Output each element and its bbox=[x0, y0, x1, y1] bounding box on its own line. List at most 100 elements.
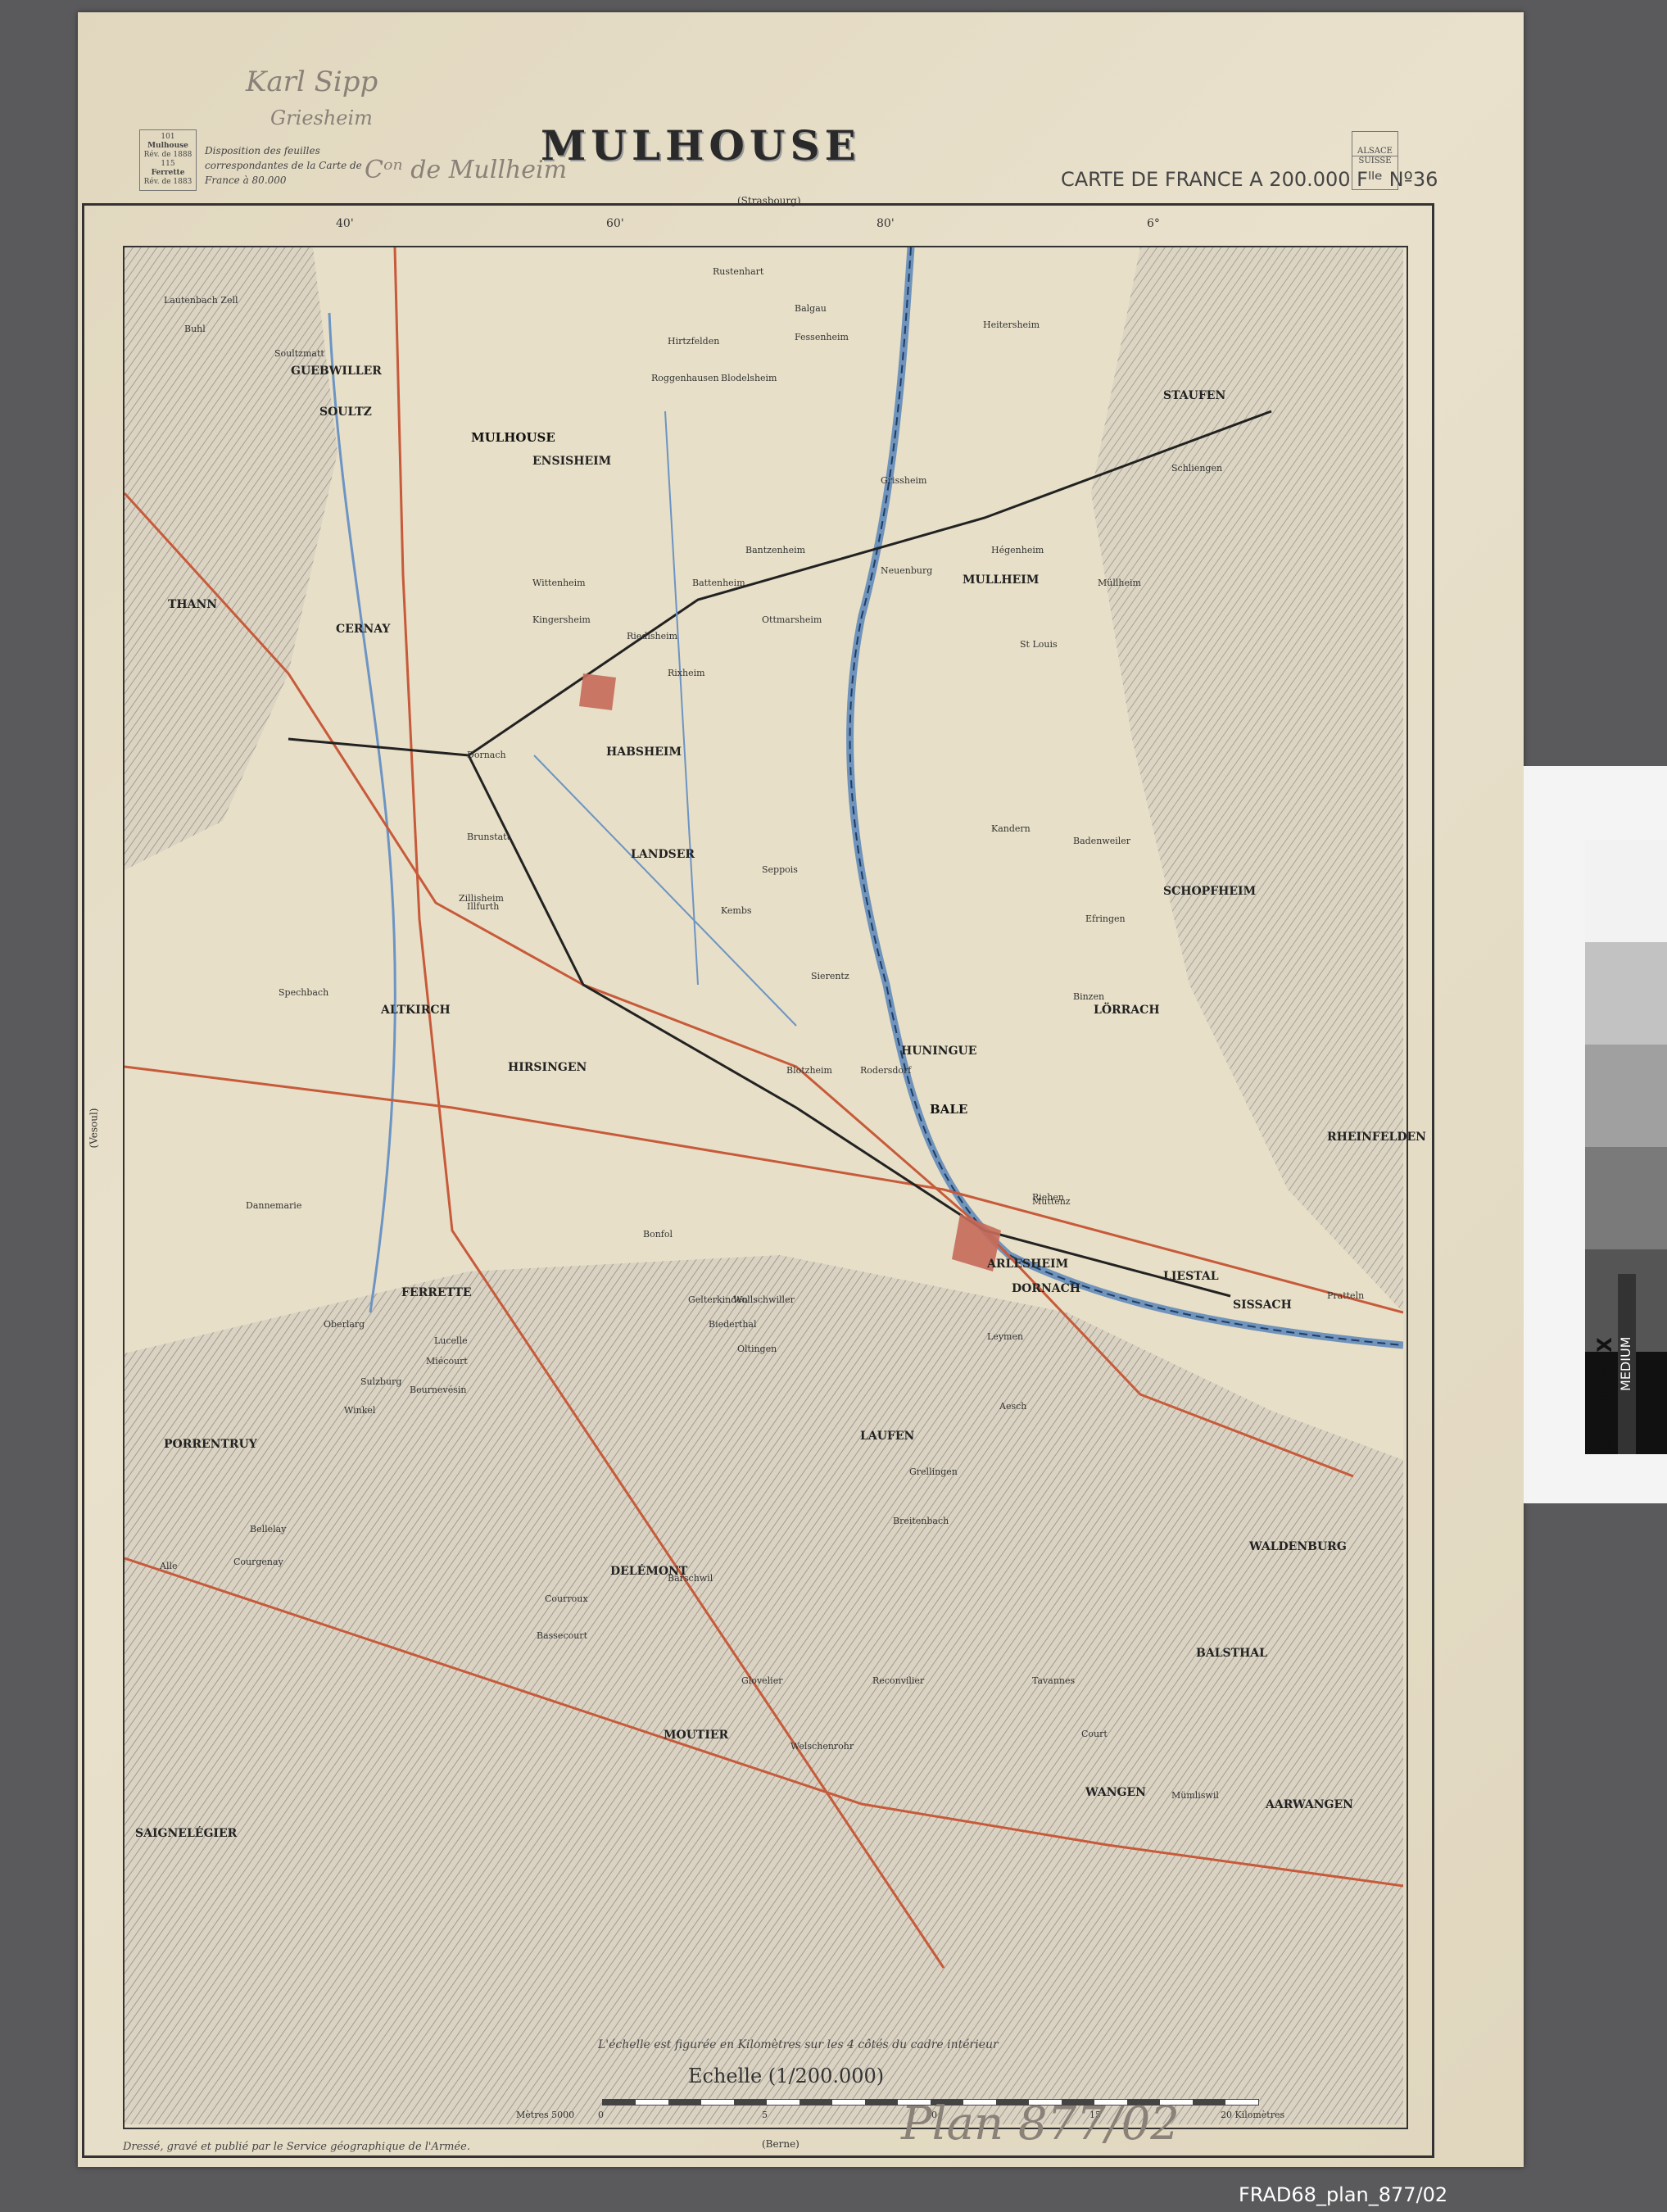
handwritten-owner: Karl Sipp bbox=[246, 66, 378, 98]
region-label: ALSACE bbox=[1352, 147, 1397, 156]
place-label: Courroux bbox=[545, 1593, 588, 1604]
place-label: Reconvilier bbox=[872, 1675, 925, 1686]
place-label: Müllheim bbox=[1098, 578, 1141, 588]
place-label: Court bbox=[1081, 1729, 1108, 1739]
color-patch bbox=[1585, 840, 1667, 942]
place-label: Hirtzfelden bbox=[668, 336, 720, 347]
place-label: St Louis bbox=[1020, 639, 1058, 650]
place-label: MOUTIER bbox=[664, 1729, 729, 1742]
place-label: SOULTZ bbox=[319, 406, 372, 419]
place-label: Kandern bbox=[991, 823, 1031, 834]
place-label: Riedisheim bbox=[627, 631, 678, 641]
place-label: ALTKIRCH bbox=[381, 1004, 451, 1017]
color-calibration-ruler: COLORMIX MEDIUM bbox=[1524, 766, 1667, 1503]
ruler-brand-medium: MEDIUM bbox=[1618, 1274, 1636, 1454]
place-label: BALE bbox=[930, 1102, 968, 1117]
map-body bbox=[125, 247, 1403, 2124]
place-label: Pratteln bbox=[1327, 1290, 1365, 1301]
top-tick: 40' bbox=[336, 217, 354, 230]
color-patch bbox=[1585, 1045, 1667, 1147]
place-label: Oltingen bbox=[737, 1344, 777, 1354]
place-label: Rixheim bbox=[668, 668, 705, 678]
top-tick: 60' bbox=[606, 217, 624, 230]
scale-bar-tick: 0 bbox=[598, 2110, 604, 2120]
place-label: ENSISHEIM bbox=[532, 455, 612, 468]
legend-line: Rév. de 1883 bbox=[143, 178, 193, 186]
place-label: Sierentz bbox=[811, 971, 849, 981]
top-tick: 6° bbox=[1147, 217, 1160, 230]
place-label: Dornach bbox=[467, 750, 506, 760]
place-label: PORRENTRUY bbox=[164, 1438, 257, 1451]
place-label: Binzen bbox=[1073, 991, 1105, 1002]
place-label: SAIGNELÉGIER bbox=[135, 1827, 238, 1840]
legend-line: 115 bbox=[161, 160, 175, 168]
place-label: Blodelsheim bbox=[721, 373, 777, 383]
place-label: MULLHEIM bbox=[963, 573, 1040, 587]
place-label: ARLESHEIM bbox=[987, 1258, 1069, 1271]
place-label: HABSHEIM bbox=[606, 746, 682, 759]
scale-bar-start-label: Mètres 5000 bbox=[516, 2110, 575, 2120]
document-identifier: FRAD68_plan_877/02 bbox=[1239, 2183, 1448, 2206]
map-title: MULHOUSE bbox=[541, 121, 861, 170]
jura-relief bbox=[125, 1255, 1403, 2124]
ruler-brand: COLORMIX bbox=[1593, 1337, 1616, 1454]
scale-title: Echelle (1/200.000) bbox=[688, 2065, 885, 2087]
place-label: Spechbach bbox=[279, 987, 329, 998]
place-label: Wittenheim bbox=[532, 578, 586, 588]
place-label: Ottmarsheim bbox=[762, 614, 822, 625]
place-label: DORNACH bbox=[1012, 1282, 1080, 1295]
place-label: Grissheim bbox=[881, 475, 927, 486]
place-label: THANN bbox=[168, 598, 218, 611]
place-label: Lautenbach Zell bbox=[164, 295, 238, 306]
place-label: Bantzenheim bbox=[745, 545, 806, 555]
place-label: RHEINFELDEN bbox=[1327, 1131, 1426, 1144]
place-label: Glovelier bbox=[741, 1675, 783, 1686]
place-label: Sulzburg bbox=[360, 1376, 402, 1387]
place-label: Efringen bbox=[1085, 913, 1126, 924]
place-label: Wollschwiller bbox=[733, 1294, 795, 1305]
place-label: Miécourt bbox=[426, 1356, 468, 1367]
legend-line: Ferrette bbox=[151, 169, 185, 177]
place-label: Alle bbox=[160, 1561, 178, 1571]
place-label: Bonfol bbox=[643, 1229, 673, 1240]
place-label: Courgenay bbox=[233, 1557, 283, 1567]
place-label: Hégenheim bbox=[991, 545, 1044, 555]
place-label: Battenheim bbox=[692, 578, 745, 588]
place-label: LANDSER bbox=[631, 848, 695, 861]
place-label: WALDENBURG bbox=[1249, 1540, 1347, 1553]
place-label: LIESTAL bbox=[1163, 1270, 1219, 1283]
place-label: HUNINGUE bbox=[901, 1045, 977, 1058]
place-label: Bassecourt bbox=[537, 1630, 587, 1641]
place-label: STAUFEN bbox=[1163, 389, 1226, 402]
place-label: Rustenhart bbox=[713, 266, 764, 277]
place-label: Balgau bbox=[795, 303, 827, 314]
place-label: Oberlarg bbox=[324, 1319, 365, 1330]
top-tick: 80' bbox=[877, 217, 895, 230]
place-label: Mümliswil bbox=[1171, 1790, 1219, 1801]
place-label: Fessenheim bbox=[795, 332, 849, 342]
north-adjacent-label: (Strasbourg) bbox=[737, 195, 801, 206]
place-label: Rodersdorf bbox=[860, 1065, 912, 1076]
place-label: Seppois bbox=[762, 864, 798, 875]
disposition-note: Disposition des feuilles correspondantes… bbox=[205, 145, 362, 186]
place-label: Dannemarie bbox=[246, 1200, 302, 1211]
scale-note: L'échelle est figurée en Kilomètres sur … bbox=[598, 2038, 999, 2051]
mulhouse-urban-area bbox=[579, 673, 616, 710]
place-label: Bärschwil bbox=[668, 1573, 713, 1584]
handwritten-commune: Cᵒⁿ de Mullheim bbox=[365, 156, 568, 184]
legend-line: Rév. de 1888 bbox=[143, 151, 193, 159]
legend-line: Mulhouse bbox=[147, 142, 188, 150]
place-label: Kingersheim bbox=[532, 614, 591, 625]
place-label: GUEBWILLER bbox=[291, 365, 382, 378]
publisher-credit: Dressé, gravé et publié par le Service g… bbox=[123, 2141, 470, 2153]
place-label: Breitenbach bbox=[893, 1516, 949, 1526]
place-label: Grellingen bbox=[909, 1466, 958, 1477]
handwritten-village: Griesheim bbox=[270, 107, 373, 129]
place-label: Schliengen bbox=[1171, 463, 1223, 474]
legend-line: 101 bbox=[161, 133, 175, 141]
place-label: CERNAY bbox=[336, 623, 391, 636]
south-adjacent-label: (Berne) bbox=[762, 2138, 800, 2150]
region-label: SUISSE bbox=[1358, 156, 1392, 165]
place-label: Bellelay bbox=[250, 1524, 287, 1534]
place-label: LAUFEN bbox=[860, 1430, 915, 1443]
